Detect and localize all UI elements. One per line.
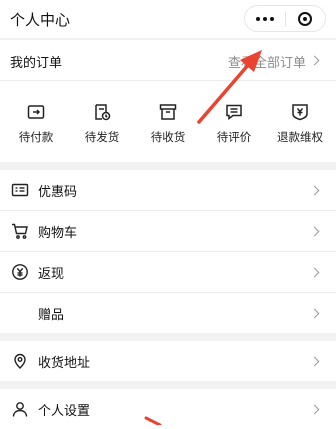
order-status-refund[interactable]: 退款维权 — [270, 102, 330, 145]
chevron-right-icon — [309, 226, 320, 237]
order-status-label: 待评价 — [216, 130, 252, 144]
menu-item-label: 返现 — [38, 267, 65, 282]
chevron-right-icon — [309, 55, 320, 66]
orders-card: 我的订单 查看全部订单 待付款 待发货 待收货 待评价 退款维权 — [0, 40, 336, 162]
order-status-to-review[interactable]: 待评价 — [204, 102, 264, 145]
clock-document-icon — [92, 102, 112, 122]
wallet-icon — [26, 102, 46, 122]
order-status-label: 待收货 — [150, 130, 186, 144]
chevron-right-icon — [309, 267, 320, 278]
order-status-to-ship[interactable]: 待发货 — [72, 102, 132, 145]
menu-item-label: 个人设置 — [38, 404, 91, 419]
menu-item-gift[interactable]: 赠品 — [0, 293, 336, 333]
menu-item-cashback[interactable]: 返现 — [0, 252, 336, 293]
top-bar: 个人中心 — [0, 0, 336, 38]
orders-header[interactable]: 我的订单 查看全部订单 — [0, 40, 336, 81]
chevron-right-icon — [309, 308, 320, 319]
order-status-label: 待付款 — [18, 130, 54, 144]
order-status-row: 待付款 待发货 待收货 待评价 退款维权 — [0, 102, 336, 145]
view-all-orders-link[interactable]: 查看全部订单 — [228, 52, 306, 71]
refund-shield-icon — [290, 102, 310, 122]
menu-item-label: 赠品 — [38, 308, 65, 323]
orders-title: 我的订单 — [10, 56, 63, 71]
close-button[interactable] — [285, 6, 325, 31]
menu-group-settings: 个人设置 — [0, 389, 336, 429]
menu-item-label: 优惠码 — [38, 185, 78, 200]
menu-item-label: 购物车 — [38, 226, 78, 241]
menu-item-settings[interactable]: 个人设置 — [0, 389, 336, 429]
menu-group-shopping: 优惠码 购物车 返现 赠品 — [0, 170, 336, 333]
chevron-right-icon — [309, 404, 320, 415]
user-icon — [11, 400, 29, 418]
menu-item-address[interactable]: 收货地址 — [0, 341, 336, 381]
yuan-coin-icon — [11, 263, 29, 281]
more-dots-icon — [255, 16, 274, 21]
mini-program-capsule — [244, 5, 326, 32]
coupon-icon — [11, 181, 29, 199]
more-button[interactable] — [245, 6, 285, 31]
target-circle-icon — [298, 11, 313, 26]
chevron-right-icon — [309, 185, 320, 196]
order-status-pending-payment[interactable]: 待付款 — [6, 102, 66, 145]
comment-icon — [224, 102, 244, 122]
chevron-right-icon — [309, 356, 320, 367]
menu-item-cart[interactable]: 购物车 — [0, 211, 336, 252]
location-pin-icon — [11, 352, 29, 370]
order-status-to-receive[interactable]: 待收货 — [138, 102, 198, 145]
order-status-label: 待发货 — [84, 130, 120, 144]
menu-item-coupon[interactable]: 优惠码 — [0, 170, 336, 211]
cart-icon — [11, 222, 29, 240]
box-icon — [158, 102, 178, 122]
page-title: 个人中心 — [10, 11, 71, 29]
menu-group-address: 收货地址 — [0, 341, 336, 381]
menu-item-label: 收货地址 — [38, 356, 91, 371]
order-status-label: 退款维权 — [277, 130, 323, 144]
